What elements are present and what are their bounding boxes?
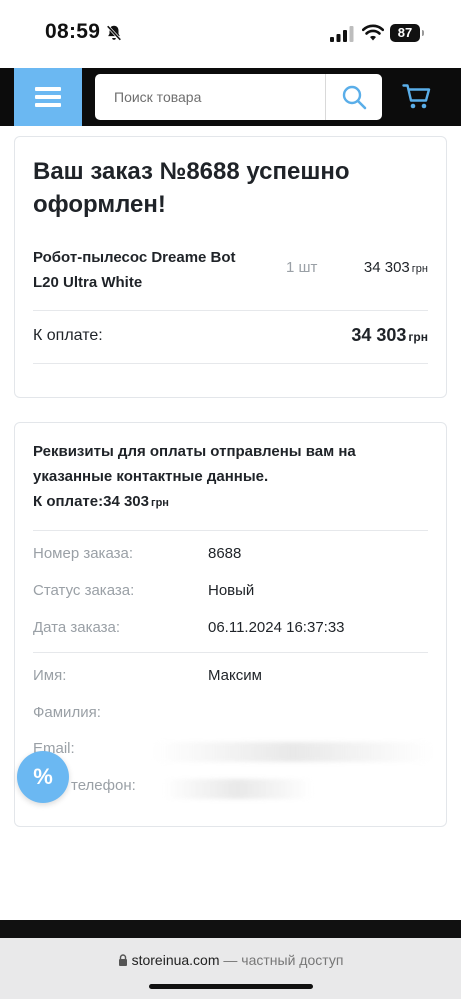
order-date-row: Дата заказа: 06.11.2024 16:37:33: [33, 619, 433, 641]
product-quantity: 1 шт: [286, 259, 318, 276]
phone-row: телефон:: [33, 777, 433, 799]
search-box: [95, 74, 382, 120]
redacted-phone: [163, 779, 313, 799]
order-summary-card: Ваш заказ №8688 успешно оформлен! Робот-…: [14, 136, 447, 398]
order-title: Ваш заказ №8688 успешно оформлен!: [33, 158, 350, 218]
search-button[interactable]: [325, 74, 382, 120]
order-date-value: 06.11.2024 16:37:33: [208, 619, 345, 636]
currency-label: грн: [151, 497, 169, 509]
product-price: 34 303 грн: [364, 259, 428, 276]
footer-strip: [0, 920, 461, 938]
divider: [33, 652, 428, 653]
divider: [33, 310, 428, 311]
menu-icon: [35, 87, 61, 107]
search-input[interactable]: [95, 74, 325, 120]
order-details-card: Реквизиты для оплаты отправлены вам на у…: [14, 422, 447, 827]
status-bar: 08:59 87: [0, 0, 461, 68]
order-number-row: Номер заказа: 8688: [33, 545, 433, 567]
redacted-email: [153, 742, 433, 762]
payment-notice-text: Реквизиты для оплаты отправлены вам на у…: [33, 443, 356, 485]
cart-icon: [402, 84, 431, 109]
first-name-value: Максим: [208, 667, 262, 684]
total-value: 34 303 грн: [351, 325, 428, 346]
cart-button[interactable]: [402, 83, 432, 111]
url-domain: storeinua.com: [131, 952, 220, 968]
notice-total: К оплате:34 303 грн: [33, 493, 169, 510]
product-name[interactable]: Робот-пылесос Dreame Bot L20 Ultra White: [33, 245, 258, 295]
promo-discount-button[interactable]: %: [17, 751, 69, 803]
email-row: Email:: [33, 740, 433, 762]
order-number-label: Номер заказа:: [33, 545, 134, 562]
phone-label: телефон:: [71, 777, 136, 794]
lock-icon: [118, 954, 127, 966]
notice-total-value: 34 303: [103, 493, 149, 510]
battery-icon: 87: [390, 24, 424, 42]
last-name-label: Фамилия:: [33, 704, 101, 721]
first-name-row: Имя: Максим: [33, 667, 433, 689]
product-price-value: 34 303: [363, 259, 410, 276]
url-line[interactable]: storeinua.com — частный доступ: [0, 952, 461, 968]
private-access-label: — частный доступ: [223, 952, 344, 968]
order-status-label: Статус заказа:: [33, 582, 135, 599]
browser-address-bar[interactable]: storeinua.com — частный доступ: [0, 938, 461, 999]
divider: [33, 530, 428, 531]
notice-total-label: К оплате:: [33, 493, 104, 510]
currency-label: грн: [411, 263, 428, 275]
search-icon: [342, 85, 367, 110]
payment-notice: Реквизиты для оплаты отправлены вам на у…: [33, 439, 433, 516]
total-amount: 34 303: [351, 325, 407, 345]
currency-label: грн: [408, 330, 428, 344]
total-label: К оплате:: [33, 327, 103, 344]
menu-button[interactable]: [14, 68, 82, 126]
bell-off-icon: [106, 25, 122, 41]
order-status-value: Новый: [208, 582, 255, 599]
signal-icon: [330, 26, 354, 42]
last-name-row: Фамилия:: [33, 704, 433, 726]
site-header: [0, 68, 461, 126]
divider: [33, 363, 428, 364]
order-status-row: Статус заказа: Новый: [33, 582, 433, 604]
order-date-label: Дата заказа:: [33, 619, 121, 636]
home-indicator[interactable]: [149, 984, 313, 989]
status-time: 08:59: [45, 20, 101, 43]
order-number-value: 8688: [208, 545, 242, 562]
wifi-icon: [362, 24, 384, 41]
first-name-label: Имя:: [33, 667, 67, 684]
